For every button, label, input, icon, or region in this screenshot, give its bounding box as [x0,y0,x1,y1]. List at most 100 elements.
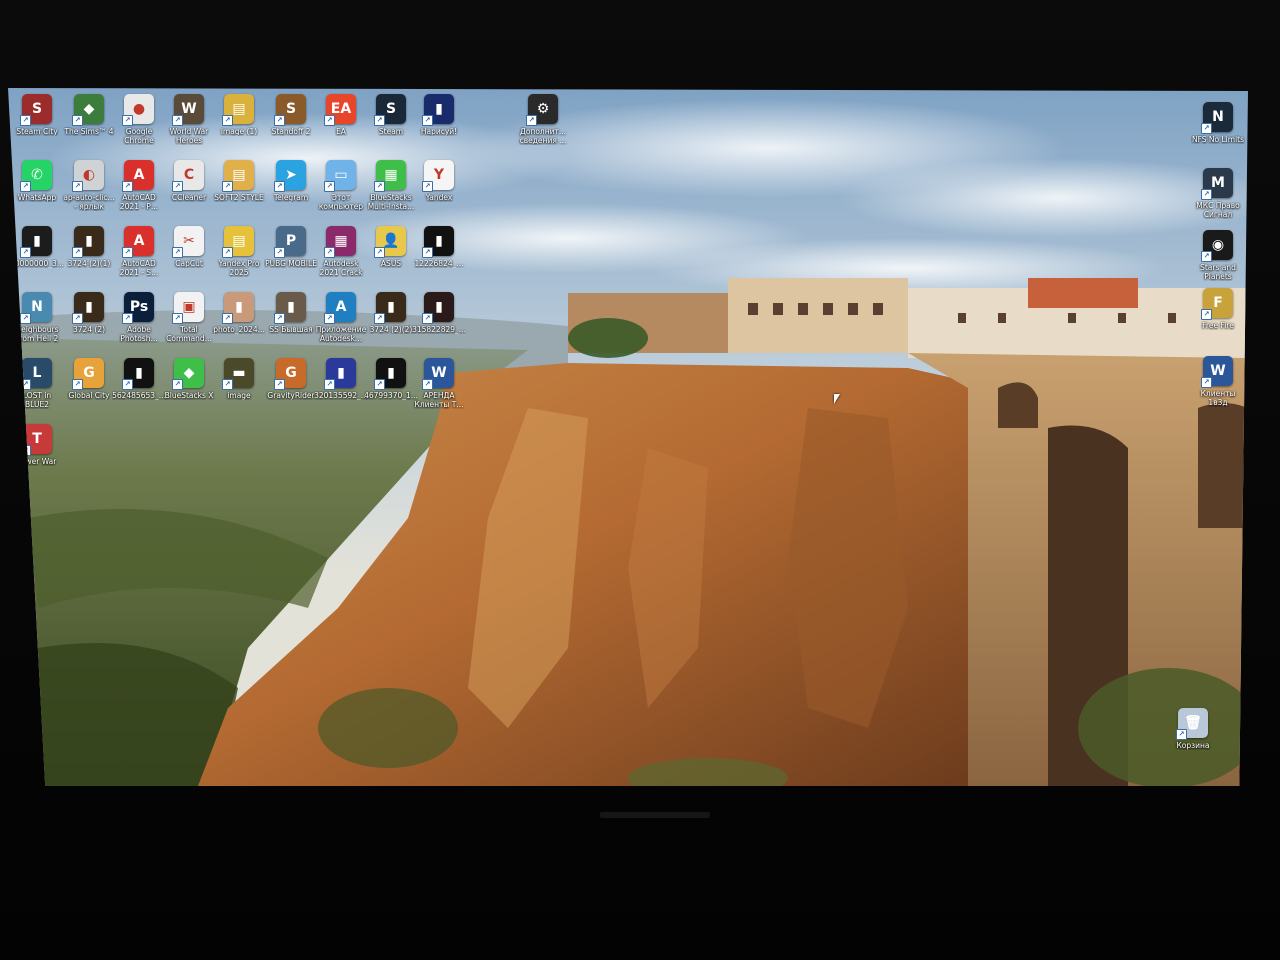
desktop-icon-315822829-icon: ▮ ↗ [422,292,454,324]
desktop-icon-right-4-icon: W ↗ [1201,356,1233,388]
desktop-icon-bluestacks-x[interactable]: ◆ ↗ BlueStacks X [162,358,216,400]
desktop-icon-autodesk-2021-crack[interactable]: ▦ ↗ Autodesk 2021 Crack [314,226,368,277]
desktop-icon-аренда-клиенты-т[interactable]: W ↗ АРЕНДА Клиенты Т... [412,358,466,409]
desktop-icon-steam[interactable]: S ↗ Steam [364,94,418,136]
desktop-icon-10000000-3-icon: ▮ ↗ [20,226,52,258]
shortcut-arrow-icon: ↗ [1201,251,1212,262]
desktop-icon-steam-city[interactable]: S ↗ Steam City [10,94,64,136]
desktop-icon-telegram-icon: ➤ ↗ [274,160,306,192]
desktop-icon-capcut[interactable]: ✂ ↗ CapCut [162,226,216,268]
icon-label: Global City [68,391,110,400]
desktop-icon-приложение-autodesk[interactable]: A ↗ Приложение Autodesk... [314,292,368,343]
desktop-icon-yandex[interactable]: Y ↗ Yandex [412,160,466,202]
icon-glyph: W [181,101,197,117]
shortcut-arrow-icon: ↗ [222,247,233,258]
desktop-icon-3724-2[interactable]: ▮ ↗ 3724 (2) [62,292,116,334]
icon-glyph: ▮ [387,365,395,381]
desktop-icon-the-sims-4[interactable]: ◆ ↗ The Sims™ 4 [62,94,116,136]
desktop-icon-asus-icon: 👤 ↗ [374,226,406,258]
icon-label: Корзина [1176,741,1210,750]
desktop-icon-image-1[interactable]: ▤ ↗ image (1) [212,94,266,136]
desktop-icon-562485653[interactable]: ▮ ↗ 562485653_... [112,358,166,400]
desktop-icon-image-icon: ▬ ↗ [222,358,254,390]
desktop-icon-total-command[interactable]: ▣ ↗ Total Command... [162,292,216,343]
shortcut-arrow-icon: ↗ [274,313,285,324]
desktop-icon-right-3[interactable]: F ↗ Free Fire [1191,288,1245,330]
desktop-icon-yandex-pro-2025[interactable]: ▤ ↗ Yandex Pro 2025 [212,226,266,277]
desktop-icon-world-war-heroes[interactable]: W ↗ World War Heroes [162,94,216,145]
desktop-icon-3724-2-2-icon: ▮ ↗ [374,292,406,324]
desktop-icon-right-4[interactable]: W ↗ Клиенты 1в3д [1191,356,1245,407]
icon-label: МКС Право Сигнал [1196,201,1240,219]
icon-glyph: ▮ [85,233,93,249]
desktop-icon-10000000-3[interactable]: ▮ ↗ 10000000_3... [10,226,64,268]
desktop-icon-google-chrome[interactable]: ● ↗ Google Chrome [112,94,166,145]
shortcut-arrow-icon: ↗ [1201,309,1212,320]
shortcut-arrow-icon: ↗ [20,115,31,126]
desktop-icon-whatsapp-icon: ✆ ↗ [20,160,52,192]
desktop-icon-12226824[interactable]: ▮ ↗ 12226824_... [412,226,466,268]
icon-glyph: ▤ [232,233,246,249]
desktop-icon-global-city[interactable]: G ↗ Global City [62,358,116,400]
desktop-icon-right-1[interactable]: M ↗ МКС Право Сигнал [1191,168,1245,219]
desktop-icon-315822829[interactable]: ▮ ↗ 315822829_... [412,292,466,334]
desktop-icon-telegram[interactable]: ➤ ↗ Telegram [264,160,318,202]
icon-glyph: ⚙ [536,101,550,117]
desktop-icon-standoff-2[interactable]: S ↗ Standoff 2 [264,94,318,136]
desktop-icon-whatsapp[interactable]: ✆ ↗ WhatsApp [10,160,64,202]
desktop-icon-ss-бывшая[interactable]: ▮ ↗ SS Бывшая [264,292,318,334]
desktop-icon-ap-auto-clic-ярлык[interactable]: ◐ ↗ ap-auto-clic... - ярлык [62,160,116,211]
shortcut-arrow-icon: ↗ [526,115,537,126]
desktop-icon-right-2[interactable]: ◉ ↗ Stars and Planets [1191,230,1245,281]
desktop-icon-autocad-2021-р[interactable]: A ↗ AutoCAD 2021 - Р... [112,160,166,211]
desktop-icon-46799370-1[interactable]: ▮ ↗ 46799370_1... [364,358,418,400]
desktop-icon-lost-in-blue2-icon: L ↗ [20,358,52,390]
icon-glyph: ▤ [232,101,246,117]
desktop-icon-autocad-2021-s[interactable]: A ↗ AutoCAD 2021 - S... [112,226,166,277]
desktop-icon-gravityrider[interactable]: G ↗ GravityRider [264,358,318,400]
desktop-icon-bluestacks-multi-insta-icon: ▦ ↗ [374,160,406,192]
desktop-icon-area: S ↗ Steam City ◆ ↗ The Sims™ 4 ● ↗ Google Chrome… [8,88,1248,786]
desktop-icon-ea[interactable]: EA ↗ EA [314,94,368,136]
shortcut-arrow-icon: ↗ [20,247,31,258]
desktop-icon-asus[interactable]: 👤 ↗ ASUS [364,226,418,268]
desktop-icon-right-0[interactable]: N ↗ NFS No Limits [1191,102,1245,144]
icon-glyph: ▦ [384,167,398,183]
shortcut-arrow-icon: ↗ [1201,189,1212,200]
shortcut-arrow-icon: ↗ [172,181,183,192]
desktop-icon-3724-2-2[interactable]: ▮ ↗ 3724 (2)(2) [364,292,418,334]
desktop-icon-ss-бывшая-icon: ▮ ↗ [274,292,306,324]
desktop-icon-46799370-1-icon: ▮ ↗ [374,358,406,390]
desktop-icon-ccleaner[interactable]: C ↗ CCleaner [162,160,216,202]
icon-label: image [227,391,251,400]
icon-glyph: S [31,101,43,117]
shortcut-arrow-icon: ↗ [172,313,183,324]
desktop-icon-320135592-icon: ▮ ↗ [324,358,356,390]
icon-glyph: ▮ [435,233,443,249]
desktop-icon-нарисуй[interactable]: ▮ ↗ Нарисуй! [412,94,466,136]
desktop-icon-320135592[interactable]: ▮ ↗ 320135592_... [314,358,368,400]
desktop-icon-12226824-icon: ▮ ↗ [422,226,454,258]
desktop-icon-image[interactable]: ▬ ↗ image [212,358,266,400]
desktop-icon-pubg-mobile[interactable]: P ↗ PUBG MOBILE [264,226,318,268]
desktop-icon-ea-icon: EA ↗ [324,94,356,126]
shortcut-arrow-icon: ↗ [324,247,335,258]
desktop-icon-3724-2-icon: ▮ ↗ [72,292,104,324]
icon-label: Этот компьютер [318,193,364,211]
icon-label: WhatsApp [17,193,57,202]
icon-label: Autodesk 2021 Crack [319,259,363,277]
icon-glyph: ➤ [285,167,297,183]
desktop-icon-bluestacks-multi-insta[interactable]: ▦ ↗ BlueStacks Multi-Insta... [364,160,418,211]
desktop-icon-photo-2024[interactable]: ▮ ↗ photo_2024... [212,292,266,334]
recycle-bin[interactable]: 🗑 ↗ Корзина [1166,708,1220,750]
desktop-screen: S ↗ Steam City ◆ ↗ The Sims™ 4 ● ↗ Google Chrome… [8,88,1248,786]
desktop-icon-этот-компьютер[interactable]: ▭ ↗ Этот компьютер [314,160,368,211]
icon-glyph: ▬ [232,365,246,381]
desktop-icon-soft2-style[interactable]: ▤ ↗ SOFT2 STYLE [212,160,266,202]
desktop-icon-3724-2-1[interactable]: ▮ ↗ 3724 (2)(1) [62,226,116,268]
icon-glyph: ● [132,101,146,117]
desktop-icon-capcut-icon: ✂ ↗ [172,226,204,258]
desktop-icon-adobe-photosh[interactable]: Ps ↗ Adobe Photosh... [112,292,166,343]
desktop-icon-additional-info[interactable]: ⚙ ↗ Дополнит... сведения ... [516,94,570,145]
icon-label: SS Бывшая [269,325,313,334]
